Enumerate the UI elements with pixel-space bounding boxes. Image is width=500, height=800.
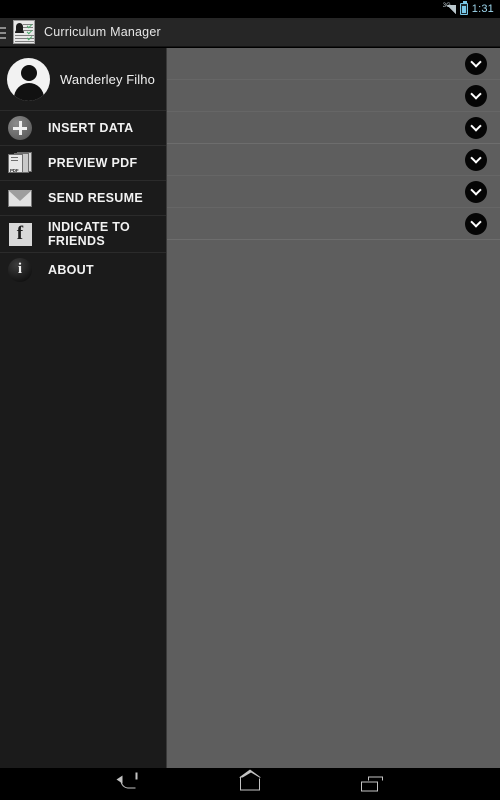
drawer-item-label: ABOUT (48, 263, 94, 277)
envelope-icon (7, 185, 33, 211)
drawer-item-label: PREVIEW PDF (48, 156, 138, 170)
home-icon[interactable] (230, 768, 270, 800)
list-item[interactable] (167, 144, 500, 176)
battery-icon (459, 1, 468, 15)
app-title: Curriculum Manager (44, 25, 161, 39)
list-item[interactable] (167, 112, 500, 144)
signal-strength-icon (446, 5, 456, 14)
chevron-down-icon[interactable] (465, 116, 487, 139)
curriculum-document-icon[interactable] (13, 20, 35, 44)
drawer-item-label: INSERT DATA (48, 121, 134, 135)
drawer-item-label: SEND RESUME (48, 191, 143, 205)
navigation-drawer: Wanderley Filho INSERT DATA PDF PREVIEW … (0, 48, 167, 768)
chevron-down-icon[interactable] (465, 148, 487, 171)
content-list (167, 48, 500, 768)
plus-circle-icon (7, 115, 33, 141)
drawer-item-indicate-to-friends[interactable]: INDICATE TO FRIENDS (0, 215, 166, 252)
back-arrow-icon[interactable] (108, 768, 148, 800)
chevron-down-icon[interactable] (465, 180, 487, 203)
action-bar: Curriculum Manager (0, 18, 500, 47)
facebook-icon (7, 221, 33, 247)
chevron-down-icon[interactable] (465, 84, 487, 107)
drawer-item-send-resume[interactable]: SEND RESUME (0, 180, 166, 215)
pdf-document-icon: PDF (7, 150, 33, 176)
system-navigation-bar (0, 768, 500, 800)
drawer-item-preview-pdf[interactable]: PDF PREVIEW PDF (0, 145, 166, 180)
drawer-item-insert-data[interactable]: INSERT DATA (0, 110, 166, 145)
status-bar: 3G 1:31 (0, 0, 500, 18)
list-item[interactable] (167, 176, 500, 208)
person-avatar-icon (7, 57, 50, 101)
drawer-profile-header[interactable]: Wanderley Filho (0, 48, 166, 110)
status-bar-clock: 1:31 (471, 3, 494, 15)
chevron-down-icon[interactable] (465, 212, 487, 235)
profile-name: Wanderley Filho (60, 71, 155, 87)
drawer-item-label: INDICATE TO FRIENDS (48, 220, 131, 248)
hamburger-menu-icon[interactable] (0, 18, 8, 47)
list-item[interactable] (167, 208, 500, 240)
info-circle-icon (7, 257, 33, 283)
recent-apps-icon[interactable] (352, 768, 392, 800)
signal-bars-icon: 3G (443, 3, 456, 15)
chevron-down-icon[interactable] (465, 52, 487, 75)
android-screen: 3G 1:31 Curriculum Manager (0, 0, 500, 800)
battery-icon-wrap (459, 1, 468, 15)
drawer-item-about[interactable]: ABOUT (0, 252, 166, 287)
list-item[interactable] (167, 80, 500, 112)
list-item[interactable] (167, 48, 500, 80)
